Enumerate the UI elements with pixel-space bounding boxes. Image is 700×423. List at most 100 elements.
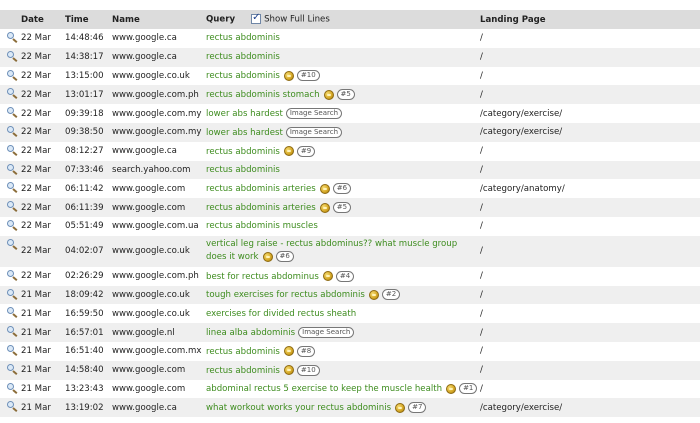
row-query-link[interactable]: lower abs hardest	[206, 109, 283, 119]
row-date: 22 Mar	[21, 198, 65, 217]
magnifier-icon[interactable]	[6, 307, 18, 319]
magnifier-icon[interactable]	[6, 269, 18, 281]
show-full-lines-label[interactable]: Show Full Lines	[264, 15, 330, 25]
coin-icon	[323, 89, 334, 100]
row-magnifier-cell	[0, 304, 21, 324]
show-full-lines-checkbox[interactable]	[251, 12, 262, 25]
row-landing-page: /	[480, 141, 700, 161]
magnifier-icon[interactable]	[6, 382, 18, 394]
header-time: Time	[65, 10, 112, 29]
image-search-badge: Image Search	[285, 126, 343, 138]
magnifier-icon[interactable]	[6, 182, 18, 194]
row-query-link[interactable]: rectus abdominis arteries	[206, 203, 316, 213]
row-time: 05:51:49	[65, 216, 112, 236]
row-date: 22 Mar	[21, 235, 65, 267]
row-query-link[interactable]: rectus abdominis	[206, 52, 280, 62]
row-referrer-name: www.google.com.mx	[112, 341, 206, 361]
row-time: 13:19:02	[65, 398, 112, 418]
row-time: 13:01:17	[65, 85, 112, 105]
row-query-link[interactable]: exercises for divided rectus sheath	[206, 309, 356, 319]
row-time: 16:59:50	[65, 304, 112, 324]
row-time: 06:11:42	[65, 179, 112, 199]
row-query-link[interactable]: rectus abdominis	[206, 347, 280, 357]
table-row: 22 Mar 05:51:49 www.google.com.ua rectus ab…	[0, 216, 700, 236]
magnifier-icon[interactable]	[6, 219, 18, 231]
row-date: 21 Mar	[21, 304, 65, 324]
row-date: 22 Mar	[21, 122, 65, 142]
magnifier-icon[interactable]	[6, 32, 18, 43]
image-search-badge: Image Search	[285, 108, 343, 120]
row-query-link[interactable]: rectus abdominis muscles	[206, 221, 318, 231]
coin-icon	[395, 402, 406, 413]
row-date: 22 Mar	[21, 266, 65, 286]
rank-badge: #8	[296, 345, 316, 357]
row-query-cell: abdominal rectus 5 exercise to keep the …	[206, 379, 480, 399]
row-landing-page: /	[480, 216, 700, 236]
rank-badge: #6	[332, 183, 352, 195]
rank-badge: #9	[296, 145, 316, 157]
rank-badge: #2	[381, 289, 401, 301]
header-query: Query Show Full Lines	[206, 10, 480, 29]
magnifier-icon[interactable]	[6, 201, 18, 213]
table-row: 22 Mar 09:39:18 www.google.com.my lower abs…	[0, 104, 700, 123]
row-date: 21 Mar	[21, 341, 65, 361]
row-query-link[interactable]: abdominal rectus 5 exercise to keep the …	[206, 384, 442, 394]
table-row: 21 Mar 16:51:40 www.google.com.mx rectus ab…	[0, 341, 700, 361]
magnifier-icon[interactable]	[6, 326, 18, 338]
coin-icon	[283, 346, 294, 357]
row-query-link[interactable]: linea alba abdominis	[206, 328, 295, 338]
row-landing-page: /	[480, 29, 700, 48]
row-query-link[interactable]: lower abs hardest	[206, 128, 283, 138]
row-date: 21 Mar	[21, 323, 65, 342]
row-query-link[interactable]: what workout works your rectus abdominis	[206, 403, 391, 413]
row-query-link[interactable]: rectus abdominis stomach	[206, 90, 320, 100]
row-referrer-name: www.google.co.uk	[112, 235, 206, 267]
row-query-cell: tough exercises for rectus abdominis #2	[206, 285, 480, 305]
magnifier-icon[interactable]	[6, 288, 18, 300]
row-landing-page: /	[480, 285, 700, 305]
magnifier-icon[interactable]	[6, 144, 18, 156]
magnifier-icon[interactable]	[6, 238, 18, 250]
row-query-link[interactable]: rectus abdominis	[206, 71, 280, 81]
coin-icon	[283, 146, 294, 157]
row-query-link[interactable]: rectus abdominis	[206, 165, 280, 175]
row-landing-page: /	[480, 266, 700, 286]
table-row: 22 Mar 14:48:46 www.google.ca rectus abdomi…	[0, 29, 700, 48]
row-query-cell: rectus abdominis	[206, 29, 480, 48]
magnifier-icon[interactable]	[6, 50, 18, 62]
magnifier-icon[interactable]	[6, 163, 18, 175]
referrer-table: Date Time Name Query Show Full Lines Land…	[0, 10, 700, 418]
row-magnifier-cell	[0, 285, 21, 305]
row-query-link[interactable]: rectus abdominis	[206, 366, 280, 376]
header-query-label: Query	[206, 14, 236, 25]
magnifier-icon[interactable]	[6, 401, 18, 413]
row-landing-page: /	[480, 198, 700, 217]
row-query-cell: rectus abdominis #10	[206, 66, 480, 86]
row-query-link[interactable]: vertical leg raise - rectus abdominus?? …	[206, 239, 457, 262]
magnifier-icon[interactable]	[6, 125, 18, 137]
magnifier-icon[interactable]	[6, 363, 18, 375]
row-query-cell: best for rectus abdominus #4	[206, 266, 480, 286]
row-magnifier-cell	[0, 160, 21, 180]
row-query-cell: rectus abdominis #10	[206, 360, 480, 380]
row-query-link[interactable]: rectus abdominis	[206, 147, 280, 157]
table-row: 21 Mar 13:23:43 www.google.com abdominal re…	[0, 379, 700, 399]
magnifier-icon[interactable]	[6, 88, 18, 100]
coin-icon	[319, 183, 330, 194]
row-query-link[interactable]: rectus abdominis arteries	[206, 184, 316, 194]
table-row: 21 Mar 13:19:02 www.google.ca what workout …	[0, 398, 700, 418]
row-query-link[interactable]: tough exercises for rectus abdominis	[206, 290, 365, 300]
row-landing-page: /category/anatomy/	[480, 179, 700, 199]
row-query-link[interactable]: best for rectus abdominus	[206, 272, 319, 282]
row-magnifier-cell	[0, 66, 21, 86]
magnifier-icon[interactable]	[6, 107, 18, 119]
coin-icon	[283, 365, 294, 376]
row-query-link[interactable]: rectus abdominis	[206, 33, 280, 43]
row-query-cell: rectus abdominis muscles	[206, 216, 480, 236]
rank-badge: #6	[275, 251, 294, 263]
magnifier-icon[interactable]	[6, 344, 18, 356]
magnifier-icon[interactable]	[6, 69, 18, 81]
row-referrer-name: www.google.co.uk	[112, 304, 206, 324]
table-row: 22 Mar 09:38:50 www.google.com.my lower abs…	[0, 122, 700, 142]
row-date: 22 Mar	[21, 179, 65, 199]
